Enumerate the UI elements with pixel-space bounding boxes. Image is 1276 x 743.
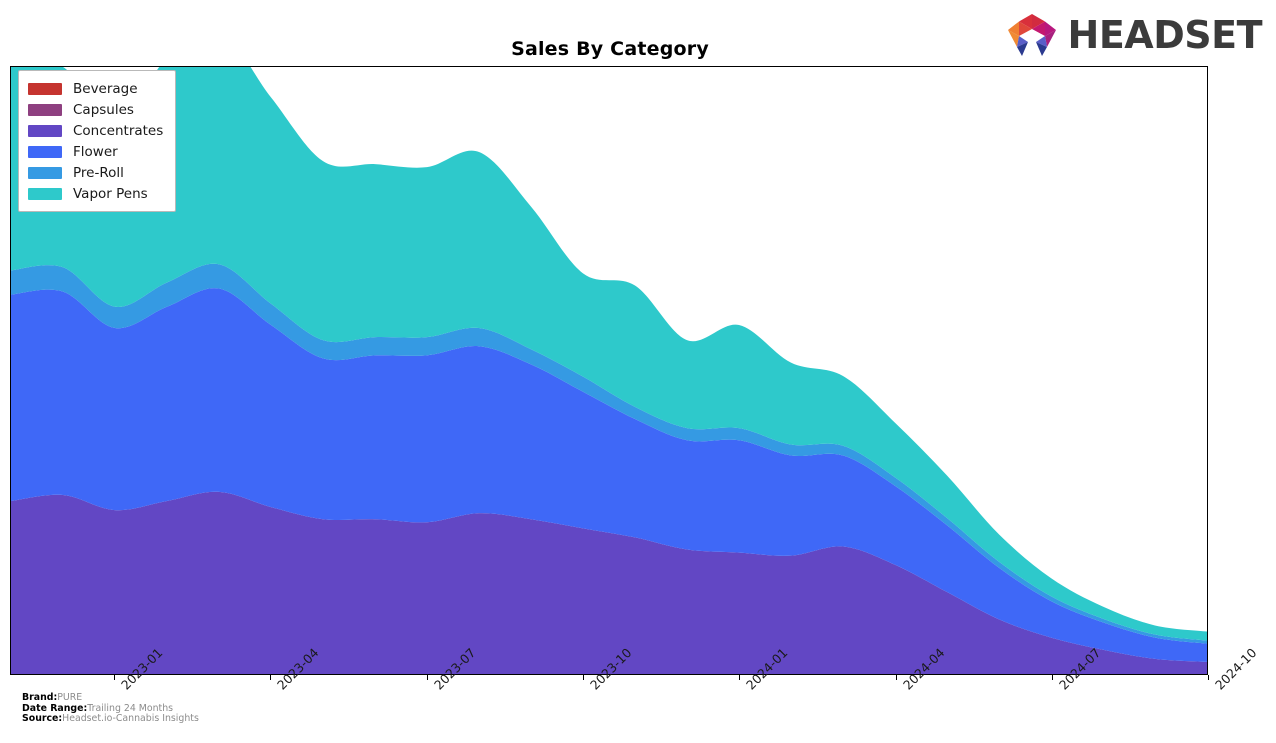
legend-label-capsules: Capsules (73, 101, 134, 118)
headset-arch-logo-icon (1007, 14, 1056, 56)
x-tick-mark (739, 675, 741, 680)
footnote-brand: Brand:PURE (22, 692, 199, 703)
legend-label-pre-roll: Pre-Roll (73, 164, 124, 181)
logo-wordmark: HEADSET (1067, 13, 1263, 57)
legend-swatch-flower (28, 145, 62, 158)
plot-area (10, 66, 1208, 675)
legend-swatch-capsules (28, 103, 62, 116)
legend-swatch-pre-roll (28, 166, 62, 179)
legend-item-pre-roll[interactable]: Pre-Roll (28, 162, 163, 183)
legend-label-flower: Flower (73, 143, 118, 160)
footnotes: Brand:PURE Date Range:Trailing 24 Months… (22, 692, 199, 724)
legend-item-flower[interactable]: Flower (28, 141, 163, 162)
footnote-source-key: Source: (22, 713, 63, 724)
footnote-date-range-value: Trailing 24 Months (87, 702, 174, 714)
x-tick-mark (114, 675, 116, 680)
legend-label-concentrates: Concentrates (73, 122, 164, 139)
stacked-area-chart (11, 67, 1207, 674)
x-tick-mark (1208, 675, 1209, 680)
x-tick-mark (270, 675, 272, 680)
chart-legend: Beverage Capsules Concentrates Flower Pr… (18, 70, 177, 212)
footnote-date-range: Date Range:Trailing 24 Months (22, 703, 199, 714)
legend-swatch-beverage (28, 82, 62, 95)
x-tick-label: 2024-10 (1212, 645, 1260, 693)
footnote-brand-key: Brand: (22, 692, 58, 703)
x-tick-mark (1051, 675, 1053, 680)
legend-item-capsules[interactable]: Capsules (28, 99, 163, 120)
legend-swatch-concentrates (28, 124, 62, 137)
footnote-source: Source:Headset.io-Cannabis Insights (22, 713, 199, 724)
footnote-source-value: Headset.io-Cannabis Insights (62, 713, 199, 724)
legend-swatch-vapor-pens (28, 187, 62, 200)
legend-item-concentrates[interactable]: Concentrates (28, 120, 163, 141)
legend-label-beverage: Beverage (73, 80, 138, 97)
x-tick-mark (895, 675, 897, 680)
headset-logo: HEADSET (1004, 12, 1263, 58)
chart-page: Sales By Category HEADSET Beverage Capsu… (0, 0, 1276, 743)
footnote-brand-value: PURE (57, 692, 83, 703)
legend-item-beverage[interactable]: Beverage (28, 78, 163, 99)
footnote-date-range-key: Date Range: (22, 702, 88, 714)
x-tick-mark (583, 675, 584, 680)
legend-label-vapor-pens: Vapor Pens (73, 185, 148, 202)
x-tick-mark (426, 675, 428, 680)
legend-item-vapor-pens[interactable]: Vapor Pens (28, 183, 163, 204)
